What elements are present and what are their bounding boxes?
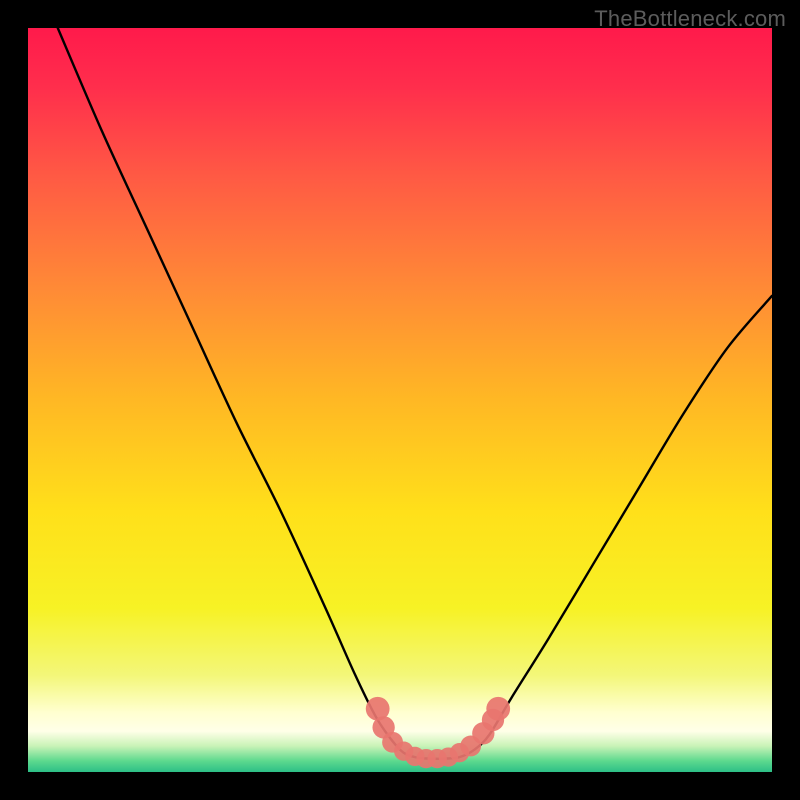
chart-frame: TheBottleneck.com bbox=[0, 0, 800, 800]
chart-svg bbox=[28, 28, 772, 772]
watermark-text: TheBottleneck.com bbox=[594, 6, 786, 32]
plot-area bbox=[28, 28, 772, 772]
